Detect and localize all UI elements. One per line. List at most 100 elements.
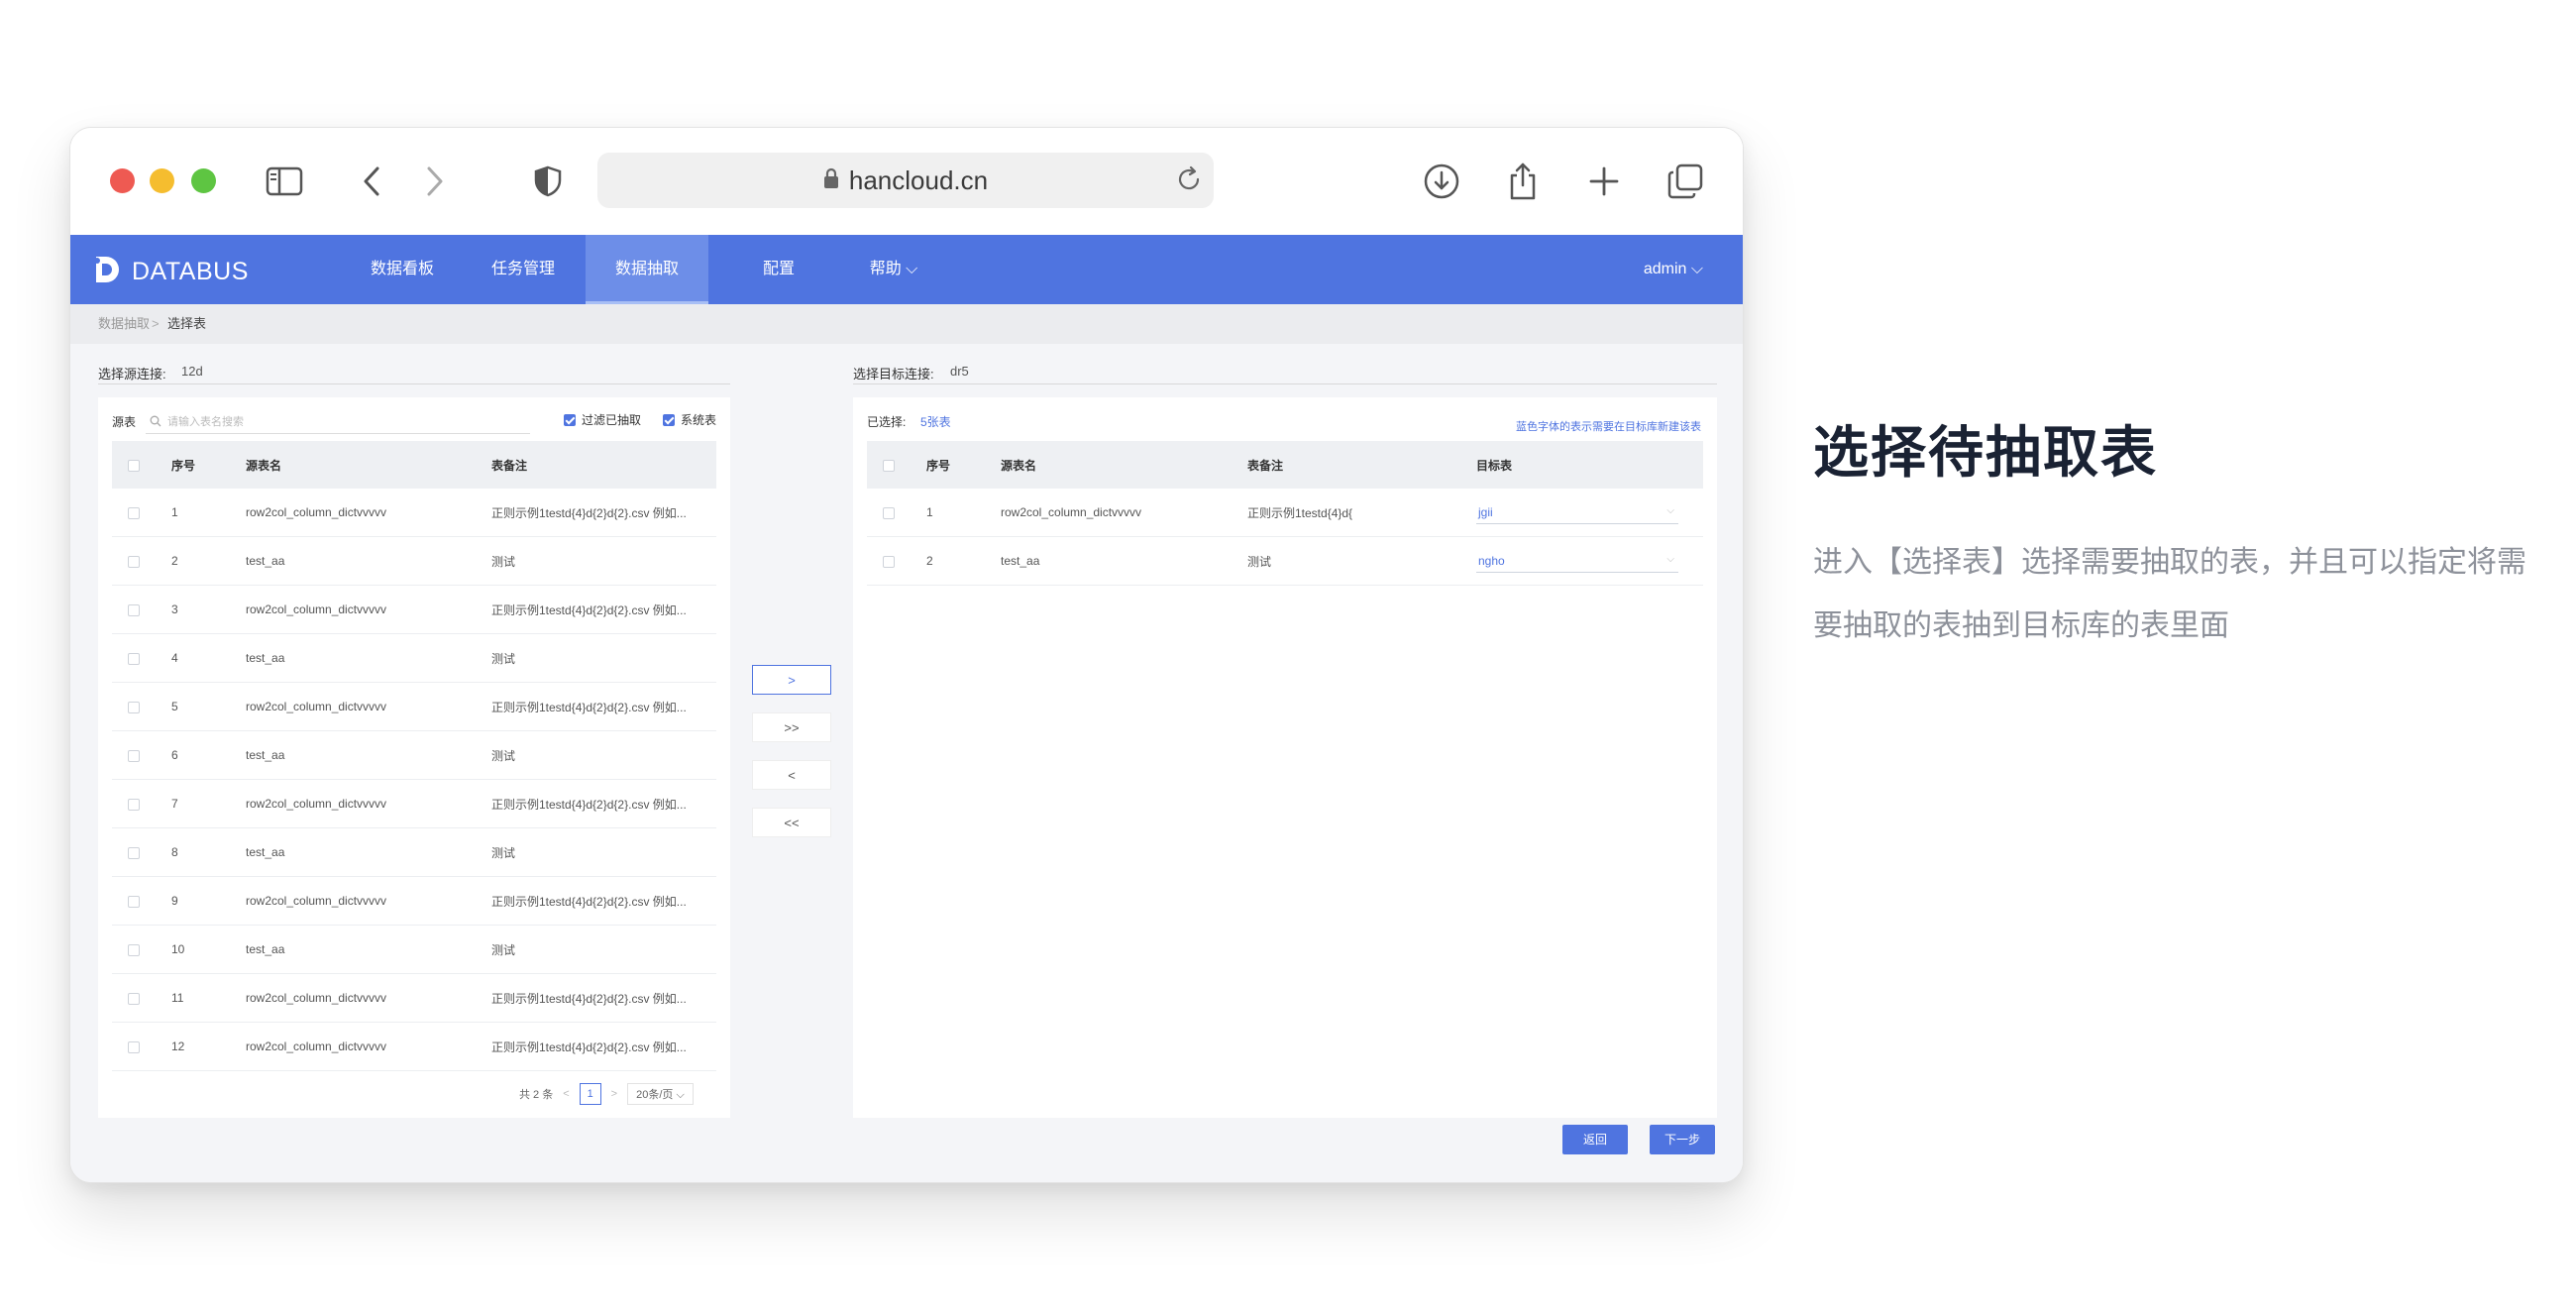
move-all-left-button[interactable]: << xyxy=(752,808,831,837)
reload-icon[interactable] xyxy=(1174,164,1204,199)
page-number[interactable]: 1 xyxy=(579,1083,601,1105)
selected-count-value: 5张表 xyxy=(920,415,951,429)
target-connection-label: 选择目标连接: xyxy=(853,367,934,382)
col-header-index: 序号 xyxy=(926,441,1001,489)
privacy-shield-icon[interactable] xyxy=(526,160,570,203)
search-icon xyxy=(150,414,161,432)
row-checkbox[interactable] xyxy=(128,555,140,568)
table-search-input[interactable]: 请输入表名搜索 xyxy=(146,411,530,434)
row-source-name: row2col_column_dictvvvvv xyxy=(246,1022,491,1071)
nav-config[interactable]: 配置 xyxy=(744,235,813,304)
prev-page-icon[interactable]: < xyxy=(563,1088,569,1100)
breadcrumb-parent[interactable]: 数据抽取 xyxy=(98,304,150,344)
row-checkbox[interactable] xyxy=(128,652,140,665)
table-row[interactable]: 5 row2col_column_dictvvvvv 正则示例1testd{4}d{… xyxy=(112,682,716,731)
table-row[interactable]: 6 test_aa 测试 xyxy=(112,730,716,780)
share-icon[interactable] xyxy=(1501,160,1545,203)
move-all-right-button[interactable]: >> xyxy=(752,712,831,742)
close-window-button[interactable] xyxy=(110,168,135,193)
table-row[interactable]: 1 row2col_column_dictvvvvv 正则示例1testd{4}d{… xyxy=(112,489,716,537)
row-index: 1 xyxy=(926,489,1001,537)
chevron-down-icon: ⌵ xyxy=(1666,553,1674,565)
table-row[interactable]: 3 row2col_column_dictvvvvv 正则示例1testd{4}d{… xyxy=(112,585,716,634)
nav-dashboard[interactable]: 数据看板 xyxy=(358,235,447,304)
col-header-remark: 表备注 xyxy=(491,441,716,489)
source-connection-select[interactable]: 12d xyxy=(181,364,203,379)
minimize-window-button[interactable] xyxy=(150,168,174,193)
filter-extracted-checkbox[interactable]: 过滤已抽取 xyxy=(564,411,641,428)
breadcrumb-current: 选择表 xyxy=(167,316,207,331)
row-checkbox[interactable] xyxy=(128,1040,140,1053)
nav-data-extraction[interactable]: 数据抽取 xyxy=(586,235,708,304)
row-source-name: row2col_column_dictvvvvv xyxy=(246,973,491,1023)
filter-extracted-check[interactable] xyxy=(564,413,576,426)
back-icon[interactable] xyxy=(350,160,393,203)
row-checkbox[interactable] xyxy=(128,603,140,616)
tab-overview-icon[interactable] xyxy=(1664,160,1707,203)
table-row[interactable]: 10 test_aa 测试 xyxy=(112,925,716,974)
forward-icon[interactable] xyxy=(413,160,457,203)
table-row[interactable]: 9 row2col_column_dictvvvvv 正则示例1testd{4}d{… xyxy=(112,876,716,926)
selected-count-label: 已选择: xyxy=(867,415,907,429)
target-connection-select[interactable]: dr5 xyxy=(950,364,969,379)
system-table-label: 系统表 xyxy=(681,413,717,427)
address-bar[interactable]: hancloud.cn xyxy=(597,153,1214,208)
download-icon[interactable] xyxy=(1420,160,1463,203)
feature-description-line-2: 要抽取的表抽到目标库的表里面 xyxy=(1813,609,2229,642)
nav-help[interactable]: 帮助 ⌵ xyxy=(849,235,938,304)
table-row[interactable]: 2 test_aa 测试 ngho ⌵ xyxy=(867,536,1703,586)
row-checkbox[interactable] xyxy=(128,506,140,519)
user-menu[interactable]: admin ⌵ xyxy=(1644,235,1703,304)
row-checkbox[interactable] xyxy=(128,749,140,762)
row-remark: 正则示例1testd{4}d{2}d{2}.csv 例如... xyxy=(491,779,716,828)
row-checkbox[interactable] xyxy=(128,846,140,859)
row-remark: 测试 xyxy=(1247,536,1476,586)
move-selected-right-button[interactable]: > xyxy=(752,665,831,695)
table-row[interactable]: 4 test_aa 测试 xyxy=(112,633,716,683)
table-row[interactable]: 12 row2col_column_dictvvvvv 正则示例1testd{4}d… xyxy=(112,1022,716,1071)
row-checkbox[interactable] xyxy=(128,798,140,811)
row-checkbox[interactable] xyxy=(128,701,140,713)
feature-description-line-1: 进入【选择表】选择需要抽取的表，并且可以指定将需 xyxy=(1813,546,2526,579)
system-table-check[interactable] xyxy=(663,413,675,426)
row-checkbox[interactable] xyxy=(128,943,140,956)
table-row[interactable]: 1 row2col_column_dictvvvvv 正则示例1testd{4}d{… xyxy=(867,489,1703,537)
next-page-icon[interactable]: > xyxy=(611,1088,617,1100)
row-checkbox[interactable] xyxy=(883,506,895,519)
row-remark: 正则示例1testd{4}d{2}d{2}.csv 例如... xyxy=(491,1022,716,1071)
table-row[interactable]: 11 row2col_column_dictvvvvv 正则示例1testd{4}d… xyxy=(112,973,716,1023)
col-header-index: 序号 xyxy=(171,441,246,489)
next-step-button[interactable]: 下一步 xyxy=(1650,1125,1715,1154)
nav-task-management[interactable]: 任务管理 xyxy=(479,235,568,304)
feature-title: 选择待抽取表 xyxy=(1813,421,2158,484)
row-checkbox[interactable] xyxy=(128,992,140,1005)
row-index: 5 xyxy=(171,682,246,731)
row-source-name: test_aa xyxy=(246,536,491,586)
row-remark: 正则示例1testd{4}d{2}d{2}.csv 例如... xyxy=(491,489,716,537)
sidebar-toggle-icon[interactable] xyxy=(263,160,306,203)
row-index: 6 xyxy=(171,730,246,780)
back-button[interactable]: 返回 xyxy=(1562,1125,1628,1154)
row-index: 2 xyxy=(171,536,246,586)
move-selected-left-button[interactable]: < xyxy=(752,760,831,790)
system-table-checkbox[interactable]: 系统表 xyxy=(663,411,716,428)
browser-window: hancloud.cn DATABUS 数据看板 任务管理 数据抽取 配置 帮助… xyxy=(69,127,1744,1183)
app-logo[interactable]: DATABUS xyxy=(92,255,249,289)
table-row[interactable]: 7 row2col_column_dictvvvvv 正则示例1testd{4}d{… xyxy=(112,779,716,828)
maximize-window-button[interactable] xyxy=(191,168,216,193)
target-table-select[interactable]: ngho ⌵ xyxy=(1476,550,1678,573)
row-checkbox[interactable] xyxy=(883,555,895,568)
table-row[interactable]: 8 test_aa 测试 xyxy=(112,827,716,877)
browser-toolbar: hancloud.cn xyxy=(70,128,1743,235)
col-header-target-table: 目标表 xyxy=(1476,441,1703,489)
row-remark: 正则示例1testd{4}d{2}d{2}.csv 例如... xyxy=(491,682,716,731)
breadcrumb-separator: > xyxy=(152,316,160,331)
target-table-select[interactable]: jgii ⌵ xyxy=(1476,501,1678,524)
select-all-checkbox[interactable] xyxy=(128,459,140,472)
row-checkbox[interactable] xyxy=(128,895,140,908)
col-header-source-name: 源表名 xyxy=(1001,441,1247,489)
select-all-checkbox[interactable] xyxy=(883,459,895,472)
table-row[interactable]: 2 test_aa 测试 xyxy=(112,536,716,586)
new-tab-icon[interactable] xyxy=(1582,160,1626,203)
page-size-select[interactable]: 20条/页 ⌵ xyxy=(627,1083,694,1105)
